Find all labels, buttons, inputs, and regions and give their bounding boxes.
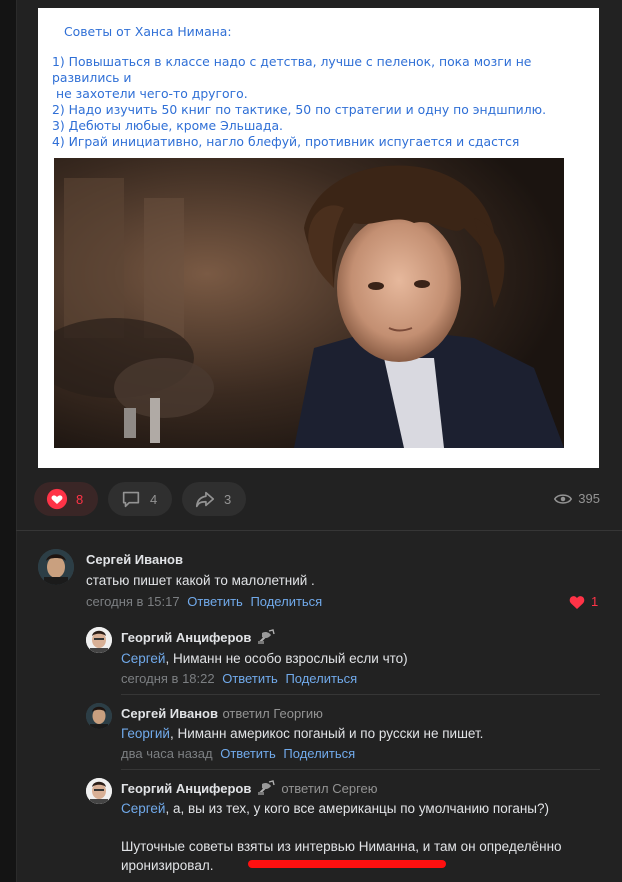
share-link[interactable]: Поделиться <box>250 594 322 609</box>
satellite-icon <box>258 629 276 644</box>
comment-count: 4 <box>150 491 158 507</box>
replied-to-label[interactable]: ответил Георгию <box>222 706 322 721</box>
avatar[interactable] <box>86 703 112 729</box>
comment-author[interactable]: Сергей Иванов <box>121 706 218 721</box>
share-link[interactable]: Поделиться <box>285 671 357 686</box>
comment-text: , а, вы из тех, у кого все американцы по… <box>165 801 550 816</box>
comment-author[interactable]: Георгий Анциферов <box>121 781 251 796</box>
avatar[interactable] <box>86 778 112 804</box>
advice-title: Советы от Ханса Нимана: <box>64 24 232 39</box>
comment-like-count: 1 <box>591 594 599 609</box>
red-underline-annotation <box>248 860 446 868</box>
replied-to-label[interactable]: ответил Сергею <box>281 781 377 796</box>
comment-reply: Сергей Иванов ответил Георгию Георгий, Н… <box>86 703 606 765</box>
mention-link[interactable]: Сергей <box>121 801 165 816</box>
comment-reply: Георгий Анциферов ответил Сергею Сергей,… <box>86 778 606 878</box>
avatar[interactable] <box>86 627 112 653</box>
share-icon <box>195 491 215 508</box>
heart-icon <box>46 488 68 510</box>
comment-like-button[interactable]: 1 <box>569 594 598 609</box>
comment-reply: Георгий Анциферов Сергей, Ниманн не особ… <box>86 627 606 689</box>
like-count: 8 <box>76 491 84 507</box>
comment: Сергей Иванов статью пишет какой то мало… <box>38 549 608 619</box>
reply-link[interactable]: Ответить <box>222 671 278 686</box>
advice-line-2: не захотели чего-то другого. <box>56 86 248 101</box>
post-divider <box>16 530 622 531</box>
mention-link[interactable]: Георгий <box>121 726 170 741</box>
reply-link[interactable]: Ответить <box>187 594 243 609</box>
eye-icon <box>554 493 573 504</box>
comment-text: , Ниманн америкос поганый и по русски не… <box>169 726 484 741</box>
views-counter: 395 <box>554 491 600 506</box>
mention-link[interactable]: Сергей <box>121 651 165 666</box>
left-gutter <box>0 0 17 882</box>
comment-text: статью пишет какой то малолетний . <box>86 573 315 588</box>
comment-time[interactable]: два часа назад <box>121 746 213 761</box>
share-count: 3 <box>224 491 232 507</box>
views-count: 395 <box>578 491 600 506</box>
satellite-icon <box>258 780 276 795</box>
comment-author[interactable]: Георгий Анциферов <box>121 630 251 645</box>
advice-text: Советы от Ханса Нимана: 1) Повышаться в … <box>52 24 582 150</box>
comment-text: , Ниманн не особо взрослый если что) <box>165 651 408 666</box>
post-image[interactable]: Советы от Ханса Нимана: 1) Повышаться в … <box>38 8 599 468</box>
advice-line-1: 1) Повышаться в классе надо с детства, л… <box>52 54 536 85</box>
comment-text-line-3: иронизировал. <box>121 858 214 873</box>
comment-time[interactable]: сегодня в 15:17 <box>86 594 180 609</box>
comment-author[interactable]: Сергей Иванов <box>86 552 183 567</box>
advice-line-5: 4) Играй инициативно, нагло блефуй, прот… <box>52 134 520 149</box>
heart-icon <box>569 595 585 609</box>
share-link[interactable]: Поделиться <box>283 746 355 761</box>
comment-icon <box>122 491 140 508</box>
reply-divider <box>121 769 600 770</box>
advice-line-4: 3) Дебюты любые, кроме Эльшада. <box>52 118 283 133</box>
share-button[interactable]: 3 <box>182 482 246 516</box>
comment-time[interactable]: сегодня в 18:22 <box>121 671 215 686</box>
comment-text-line-2: Шуточные советы взяты из интервью Ниманн… <box>121 839 562 854</box>
player-photo <box>54 158 564 448</box>
reply-divider <box>121 694 600 695</box>
reply-link[interactable]: Ответить <box>220 746 276 761</box>
post-actions: 8 4 3 395 <box>34 482 604 516</box>
avatar[interactable] <box>38 549 74 585</box>
advice-line-3: 2) Надо изучить 50 книг по тактике, 50 п… <box>52 102 547 117</box>
comment-button[interactable]: 4 <box>108 482 172 516</box>
like-button[interactable]: 8 <box>34 482 98 516</box>
